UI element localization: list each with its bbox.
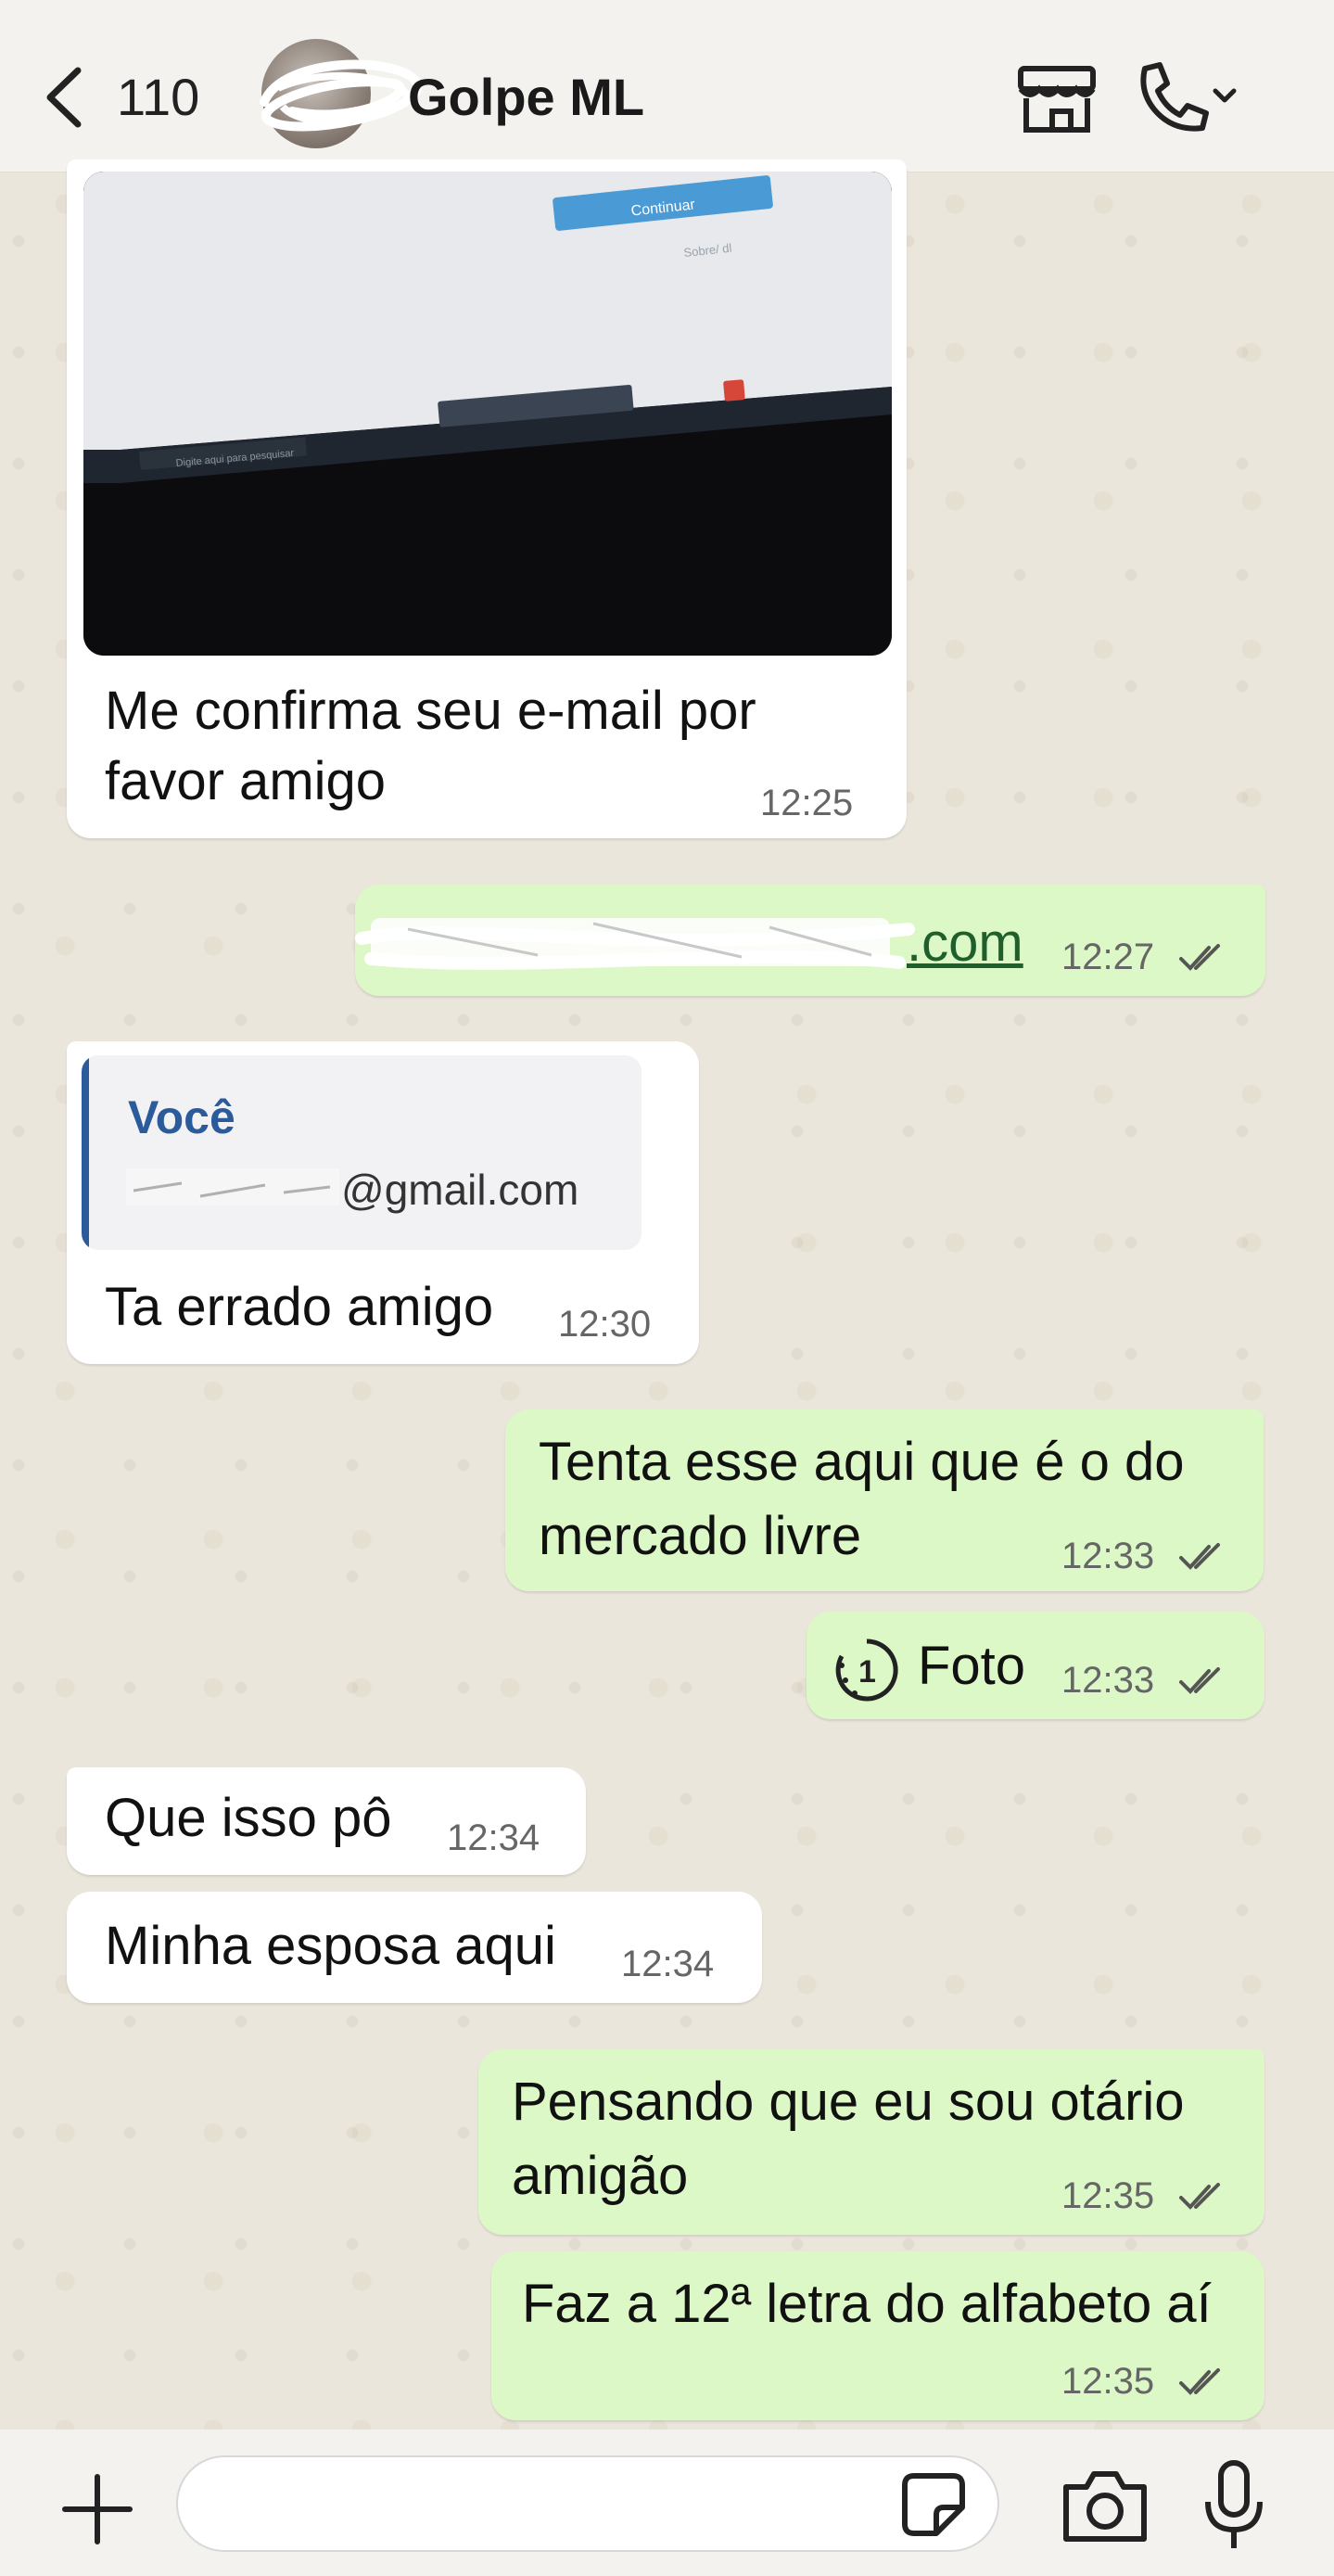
double-check-icon [1179,1667,1220,1694]
quote-email-redaction [126,1168,339,1205]
view-once-label[interactable]: Foto [918,1630,1025,1702]
view-once-icon[interactable]: 1 [832,1636,901,1704]
message-text: Faz a 12ª letra do alfabeto aí [522,2274,1212,2334]
store-icon[interactable] [1015,65,1099,134]
contact-name[interactable]: Golpe ML [408,67,644,127]
message-time: 12:27 [1061,937,1155,977]
message-time: 12:34 [621,1944,715,1984]
double-check-icon [1179,2183,1220,2210]
chat-header: 110 Golpe ML [0,0,1334,172]
sticker-icon[interactable] [899,2470,968,2539]
quote-accent-bar [82,1055,89,1250]
double-check-icon [1179,2368,1220,2395]
email-domain-suffix[interactable]: .com [907,907,1023,979]
phone-icon[interactable] [1136,59,1238,134]
message-time: 12:34 [447,1817,540,1858]
message-input[interactable] [176,2455,999,2552]
chevron-down-icon [1213,88,1237,103]
quote-author: Você [128,1091,235,1143]
double-check-icon [1179,944,1220,971]
message-time: 12:33 [1061,1660,1155,1701]
message-time: 12:25 [760,783,854,823]
mic-icon[interactable] [1202,2459,1265,2552]
message-text: amigão [512,2146,689,2206]
quote-text: @gmail.com [341,1166,579,1214]
message-time: 12:33 [1061,1536,1155,1576]
avatar-redaction [260,59,423,132]
message-text: Ta errado amigo [105,1277,494,1337]
message-time: 12:35 [1061,2175,1155,2216]
view-once-badge: 1 [858,1654,876,1690]
message-time: 12:35 [1061,2361,1155,2402]
double-check-icon [1179,1543,1220,1570]
message-text: favor amigo [105,751,387,811]
laptop-screen-photo: Continuar Sobre/ dl Digite aqui para pes… [83,172,892,656]
message-text: Que isso pô [105,1788,392,1848]
plus-icon[interactable] [57,2469,137,2549]
message-text: Pensando que eu sou otário [512,2072,1185,2132]
message-text: Tenta esse aqui que é o do [539,1432,1185,1492]
message-text: Me confirma seu e-mail por [105,681,756,741]
camera-icon[interactable] [1061,2465,1150,2544]
message-text: mercado livre [539,1506,862,1566]
message-text: Minha esposa aqui [105,1916,556,1976]
back-unread-count[interactable]: 110 [117,67,199,127]
email-redaction [355,918,915,970]
message-image[interactable]: Continuar Sobre/ dl Digite aqui para pes… [83,172,892,656]
chevron-left-icon[interactable] [37,65,93,130]
message-time: 12:30 [558,1304,652,1345]
reply-quote[interactable]: Você @gmail.com [82,1055,642,1250]
